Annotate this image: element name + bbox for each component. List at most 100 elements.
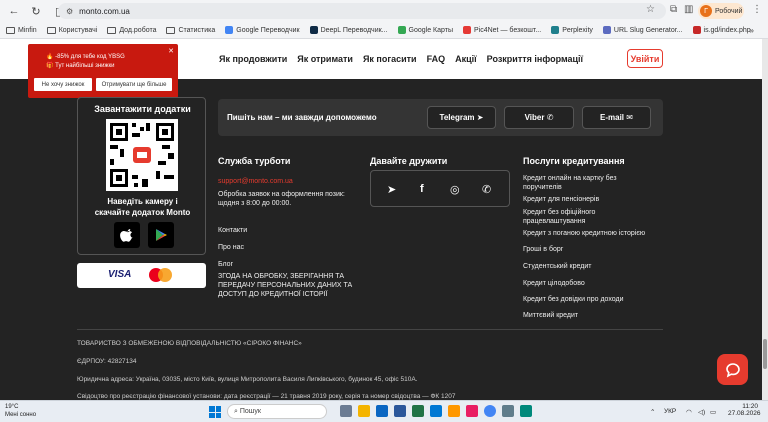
app-icon[interactable] (520, 405, 532, 417)
chat-bubble-icon (725, 362, 740, 378)
bookmark-users[interactable]: Користувачі (46, 26, 97, 34)
nav-faq[interactable]: FAQ (427, 54, 446, 64)
word-icon[interactable] (394, 405, 406, 417)
edge-icon[interactable] (430, 405, 442, 417)
bookmark-minfin[interactable]: Minfin (6, 26, 37, 34)
windows-start-icon[interactable] (209, 406, 221, 418)
services-title: Послуги кредитування (523, 156, 625, 166)
nav-how-to-get[interactable]: Як отримати (297, 54, 353, 64)
taskbar-search[interactable]: ⌕ Пошук (227, 404, 327, 419)
clock[interactable]: 11:20 27.08.2026 (728, 403, 761, 417)
reload-icon[interactable]: ↻ (28, 3, 44, 19)
bookmark-extra-work[interactable]: Дод.робота (107, 26, 156, 34)
contact-bar: Пишіть нам – ми завжди допоможемо Telegr… (218, 99, 663, 136)
address-bar[interactable]: ⚙ monto.com.ua (58, 3, 666, 19)
support-email-link[interactable]: support@monto.com.ua (218, 178, 293, 185)
facebook-icon[interactable]: f (420, 183, 424, 195)
google-play-icon (156, 229, 167, 241)
wifi-icon[interactable]: ◠ (686, 408, 692, 416)
contact-text: Пишіть нам – ми завжди допоможемо (227, 113, 377, 122)
instagram-icon[interactable]: ◎ (450, 183, 460, 196)
support-title: Служба турботи (218, 156, 291, 166)
site-info-icon[interactable]: ⚙ (66, 7, 73, 16)
apple-icon (120, 229, 133, 242)
nav-disclosure[interactable]: Розкриття інформації (487, 54, 583, 64)
service-card-no-guarantor[interactable]: Кредит онлайн на картку без поручителів (523, 174, 617, 192)
service-instant[interactable]: Миттєвий кредит (523, 311, 578, 320)
bookmark-statistics[interactable]: Статистика (166, 26, 215, 34)
service-student[interactable]: Студентський кредит (523, 262, 591, 271)
browser-menu-icon[interactable]: ⋮ (752, 4, 762, 15)
isgd-icon (692, 26, 701, 34)
sidepanel-icon[interactable]: ▥ (684, 4, 693, 15)
profile-avatar: Г (700, 5, 712, 17)
chrome-icon[interactable] (484, 405, 496, 417)
footer-divider (77, 329, 663, 330)
excel-icon[interactable] (412, 405, 424, 417)
footer-link-contacts[interactable]: Контакти (218, 226, 247, 235)
get-more-button[interactable]: Отримувати ще більше (96, 78, 172, 91)
chat-button[interactable] (717, 354, 748, 385)
nav-how-to-extend[interactable]: Як продовжити (219, 54, 287, 64)
tray-chevron-icon[interactable]: ⌃ (650, 408, 655, 416)
page-scrollbar[interactable] (762, 39, 768, 400)
lang-indicator[interactable]: УКР (664, 408, 676, 415)
app-store-button[interactable] (114, 222, 140, 248)
volume-icon[interactable]: ◁) (698, 408, 705, 416)
nav-promotions[interactable]: Акції (455, 54, 477, 64)
qr-code (106, 119, 178, 191)
app-icon[interactable] (448, 405, 460, 417)
close-icon[interactable]: ✕ (168, 47, 174, 55)
google-play-button[interactable] (148, 222, 174, 248)
decline-discount-button[interactable]: Не хочу знижок (34, 78, 92, 91)
visa-logo: VISA (108, 269, 132, 280)
url-text: monto.com.ua (79, 6, 130, 16)
bookmark-google-translate[interactable]: Google Переводчик (225, 26, 300, 34)
bookmark-pic4net[interactable]: Pic4Net — безкошт... (462, 26, 541, 34)
consent-line3[interactable]: ДОСТУП ДО КРЕДИТНОЇ ІСТОРІЇ (218, 290, 327, 299)
back-icon[interactable]: ← (6, 3, 22, 19)
login-button[interactable]: Увійти (627, 49, 663, 68)
scrollbar-thumb[interactable] (763, 339, 767, 369)
app-icon[interactable] (466, 405, 478, 417)
battery-icon[interactable]: ▭ (710, 408, 716, 416)
url-slug-icon (602, 26, 611, 34)
weather-widget[interactable]: 19°C Мені сонно (5, 403, 36, 419)
footer-link-about[interactable]: Про нас (218, 243, 244, 252)
consent-line2[interactable]: ПЕРЕДАЧУ ПЕРСОНАЛЬНИХ ДАНИХ ТА (218, 281, 352, 290)
bookmarks-bar: Minfin Користувачі Дод.робота Статистика… (0, 22, 768, 39)
search-icon: ⌕ (234, 407, 238, 415)
profile-chip[interactable]: Г Робочий (698, 3, 744, 19)
mail-app-icon[interactable] (376, 405, 388, 417)
bookmark-deepl[interactable]: DeepL Переводчик... (309, 26, 388, 34)
support-hours-line2: щодня з 8:00 до 00:00. (218, 200, 292, 207)
service-money-loan[interactable]: Гроші в борг (523, 245, 563, 254)
email-button[interactable]: E-mail ✉ (582, 106, 651, 129)
qr-hint-line2: скачайте додаток Monto (94, 208, 191, 217)
service-24h[interactable]: Кредит цілодобово (523, 279, 585, 288)
bookmark-google-maps[interactable]: Google Карты (397, 26, 453, 34)
bookmarks-more-icon[interactable]: » (750, 26, 754, 35)
footer-link-blog[interactable]: Блог (218, 260, 233, 269)
telegram-button[interactable]: Telegram ➤ (427, 106, 496, 129)
service-bad-history[interactable]: Кредит з поганою кредитною історією (523, 229, 645, 238)
bookmark-url-slug[interactable]: URL Slug Generator... (602, 26, 683, 34)
viber-button[interactable]: Viber ✆ (504, 106, 574, 129)
bookmark-star-icon[interactable]: ☆ (646, 4, 655, 15)
nav-how-to-repay[interactable]: Як погасити (363, 54, 417, 64)
service-no-income-proof[interactable]: Кредит без довідки про доходи (523, 295, 624, 304)
extensions-icon[interactable]: ⧉ (670, 4, 677, 15)
consent-line1[interactable]: ЗГОДА НА ОБРОБКУ, ЗБЕРІГАННЯ ТА (218, 272, 344, 281)
promo-line-deals: 🎁 Тут найбільші знижки (46, 63, 115, 69)
task-view-icon[interactable] (340, 405, 352, 417)
notepad-icon[interactable] (502, 405, 514, 417)
service-pensioners[interactable]: Кредит для пенсіонерів (523, 195, 599, 204)
bookmark-isgd[interactable]: is.gd/index.php (692, 26, 751, 34)
file-explorer-icon[interactable] (358, 405, 370, 417)
service-no-employment[interactable]: Кредит без офіційного працевлаштування (523, 208, 595, 226)
legal-certificate: Свідоцтво про реєстрацію фінансової уста… (77, 393, 456, 400)
telegram-icon[interactable]: ➤ (387, 183, 396, 196)
viber-icon[interactable]: ✆ (482, 183, 491, 196)
bookmark-perplexity[interactable]: Perplexity (551, 26, 593, 34)
folder-icon (46, 26, 56, 34)
